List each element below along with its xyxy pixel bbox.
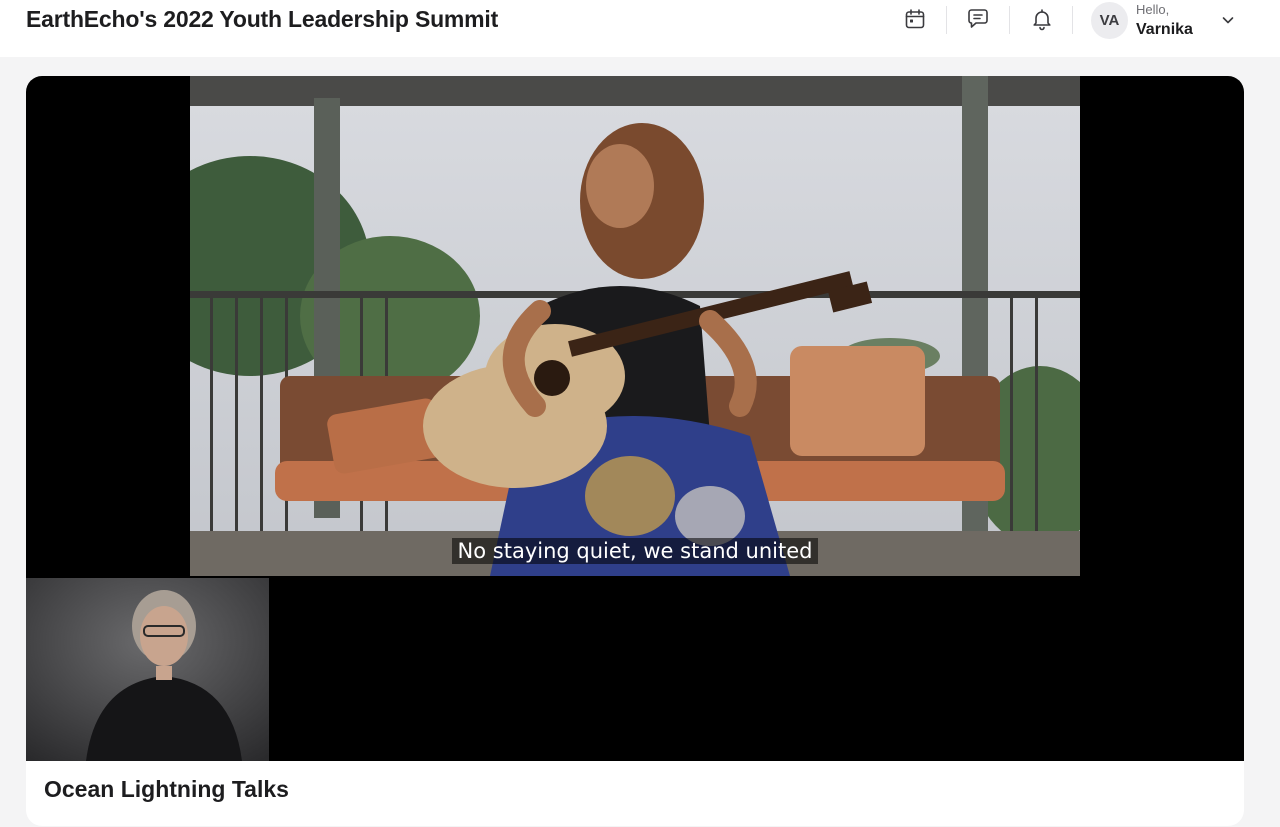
bell-icon <box>1033 9 1051 31</box>
greeting-text: Hello, <box>1136 2 1170 17</box>
chat-button[interactable] <box>963 4 993 34</box>
caption-overlay: No staying quiet, we stand united <box>190 538 1080 564</box>
calendar-button[interactable] <box>900 4 930 34</box>
sign-language-interpreter-video <box>26 578 269 761</box>
video-player[interactable]: No staying quiet, we stand united <box>26 76 1244 761</box>
performer-video-frame <box>190 76 1080 576</box>
top-bar: EarthEcho's 2022 Youth Leadership Summit… <box>0 0 1280 57</box>
chevron-down-icon <box>1222 17 1234 24</box>
main-video: No staying quiet, we stand united <box>190 76 1080 576</box>
notifications-button[interactable] <box>1027 4 1057 34</box>
divider <box>1009 6 1010 34</box>
user-avatar[interactable]: VA <box>1091 2 1128 39</box>
event-title: EarthEcho's 2022 Youth Leadership Summit <box>26 6 499 32</box>
session-title: Ocean Lightning Talks <box>44 776 289 802</box>
user-menu-toggle[interactable] <box>1216 8 1240 32</box>
interpreter-video-frame <box>26 578 269 761</box>
caption-text: No staying quiet, we stand united <box>451 538 819 564</box>
user-name: Varnika <box>1136 21 1193 38</box>
calendar-icon <box>905 9 925 29</box>
divider <box>1072 6 1073 34</box>
divider <box>946 6 947 34</box>
session-card: No staying quiet, we stand united Ocean … <box>26 76 1244 826</box>
chat-icon <box>968 9 988 28</box>
